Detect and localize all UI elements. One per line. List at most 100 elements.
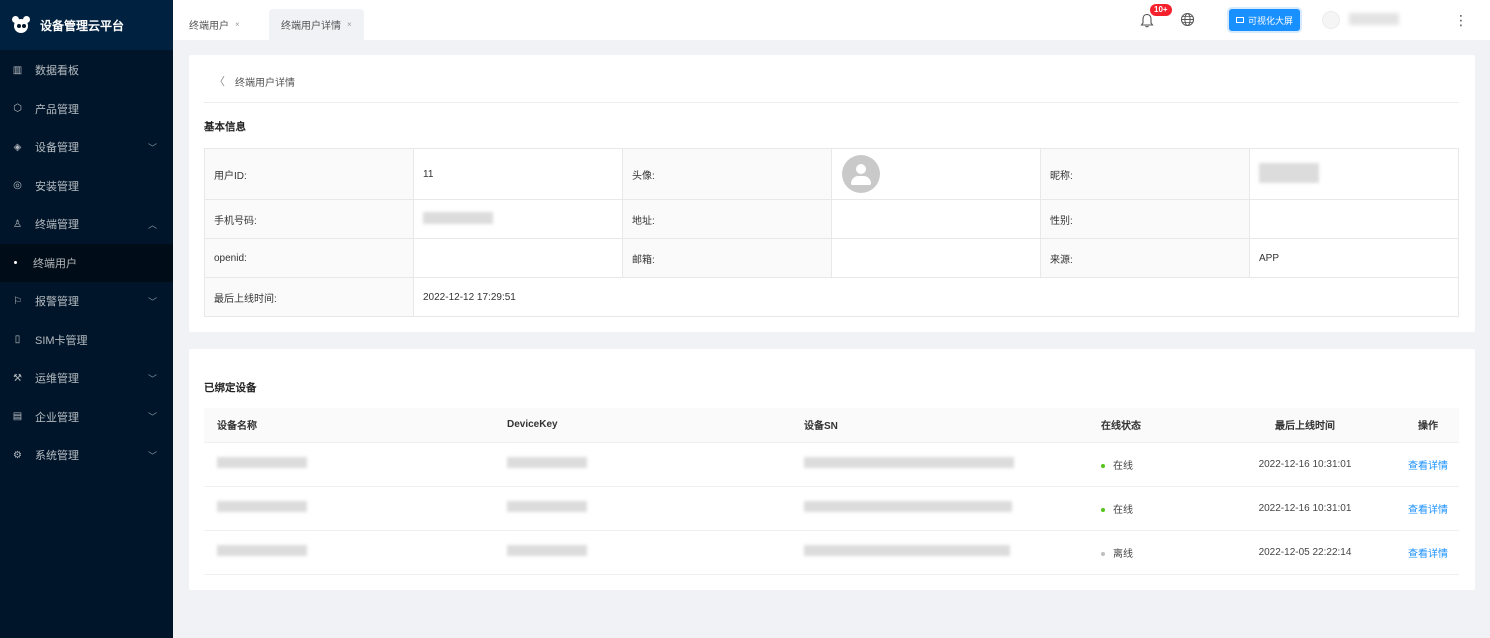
table-row: 在线 2022-12-16 10:31:01 查看详情	[204, 442, 1459, 487]
gender-value	[1249, 199, 1459, 239]
tab-close-icon[interactable]: ×	[347, 20, 352, 29]
basic-info-table: 用户ID: 11 头像: 昵称: 手机号码: 地址: 性别: openid: 邮…	[204, 148, 1459, 317]
sidebar-item[interactable]: ♙ 终端管理 ︿	[0, 205, 173, 244]
view-details-link[interactable]: 查看详情	[1408, 461, 1448, 472]
sidebar-item[interactable]: ▥ 数据看板	[0, 51, 173, 90]
table-row: 在线 2022-12-16 10:31:01 查看详情	[204, 486, 1459, 531]
layers-icon: ◈	[13, 141, 22, 153]
sim-card-icon: ▯	[14, 334, 21, 346]
status-text: 在线	[1113, 504, 1133, 516]
address-value	[831, 199, 1041, 239]
user-name-redacted[interactable]	[1349, 13, 1399, 25]
user-id-value: 11	[413, 148, 623, 200]
action-cell: 查看详情	[1397, 442, 1459, 487]
tab-terminal-users[interactable]: 终端用户 ×	[177, 9, 252, 40]
monitor-icon	[1236, 17, 1244, 23]
last-online-cell: 2022-12-16 10:31:01	[1213, 486, 1397, 531]
col-action: 操作	[1397, 408, 1459, 443]
sidebar-item-label: 报警管理	[35, 296, 79, 309]
cube-icon: ⬡	[13, 103, 22, 115]
col-device-key: DeviceKey	[494, 408, 791, 443]
device-name-redacted	[204, 530, 494, 575]
sidebar-item[interactable]: ◈ 设备管理 ﹀	[0, 128, 173, 167]
visual-screen-button[interactable]: 可视化大屏	[1229, 9, 1301, 31]
status-text: 在线	[1113, 460, 1133, 472]
sidebar-item-label: 终端用户	[33, 257, 77, 270]
info-row: 手机号码: 地址: 性别:	[204, 199, 1459, 239]
sidebar-item[interactable]: ◎ 安装管理	[0, 167, 173, 206]
tab-terminal-user-detail[interactable]: 终端用户详情 ×	[269, 9, 364, 40]
divider	[204, 102, 1459, 103]
phone-value-redacted	[413, 199, 623, 239]
status-cell: 在线	[1088, 486, 1213, 531]
sidebar-item[interactable]: 终端用户	[0, 243, 173, 282]
globe-icon[interactable]	[1180, 12, 1195, 27]
breadcrumb-title: 终端用户详情	[235, 77, 295, 89]
more-menu-icon[interactable]: ⋮	[1454, 12, 1468, 28]
source-value: APP	[1249, 238, 1459, 278]
sidebar-item-label: 终端管理	[35, 219, 79, 232]
sidebar-item-label: 设备管理	[35, 142, 79, 155]
col-device-name: 设备名称	[204, 408, 494, 443]
chevron-down-icon[interactable]: ﹀	[148, 141, 157, 154]
view-details-link[interactable]: 查看详情	[1408, 505, 1448, 516]
basic-info-card: 〈 终端用户详情 基本信息 用户ID: 11 头像: 昵称: 手机号码: 地址:…	[189, 55, 1475, 332]
device-sn-redacted	[791, 442, 1088, 487]
app-title: 设备管理云平台	[40, 18, 125, 33]
panda-logo-icon	[11, 16, 31, 34]
last-online-label: 最后上线时间:	[204, 277, 414, 317]
alarm-icon: ⚐	[13, 295, 22, 307]
openid-label: openid:	[204, 238, 414, 278]
chevron-down-icon[interactable]: ﹀	[148, 410, 157, 423]
status-dot-icon	[1101, 507, 1105, 512]
last-online-value: 2022-12-12 17:29:51	[413, 277, 1459, 317]
sidebar-item[interactable]: ▯ SIM卡管理	[0, 321, 173, 360]
sidebar-item[interactable]: ⚒ 运维管理 ﹀	[0, 359, 173, 398]
bell-icon[interactable]	[1140, 13, 1154, 28]
chevron-down-icon[interactable]: ﹀	[148, 295, 157, 308]
device-sn-redacted	[791, 486, 1088, 531]
chevron-up-icon[interactable]: ︿	[148, 218, 157, 231]
app-logo[interactable]: 设备管理云平台	[0, 0, 173, 50]
sidebar-menu: ▥ 数据看板 ⬡ 产品管理 ◈ 设备管理 ﹀ ◎ 安装管理 ♙ 终端管理 ︿ 终端用户 ⚐ 报警管理 ﹀ ▯ SI…	[0, 51, 173, 475]
device-key-redacted	[494, 442, 791, 487]
user-avatar[interactable]	[1322, 11, 1340, 29]
phone-label: 手机号码:	[204, 199, 414, 239]
back-arrow-icon[interactable]: 〈	[214, 73, 225, 89]
sidebar-item[interactable]: ⬡ 产品管理	[0, 90, 173, 129]
chevron-down-icon[interactable]: ﹀	[148, 372, 157, 385]
source-label: 来源:	[1040, 238, 1250, 278]
bar-chart-icon: ▥	[12, 64, 23, 76]
address-label: 地址:	[622, 199, 832, 239]
device-key-redacted	[494, 530, 791, 575]
top-header: 终端用户 × 终端用户详情 × 10+ 可视化大屏 ⋮	[173, 0, 1490, 40]
nickname-label: 昵称:	[1040, 148, 1250, 200]
sidebar-item[interactable]: ▤ 企业管理 ﹀	[0, 398, 173, 437]
sidebar-item[interactable]: ⚙ 系统管理 ﹀	[0, 436, 173, 475]
sidebar-item[interactable]: ⚐ 报警管理 ﹀	[0, 282, 173, 321]
status-cell: 在线	[1088, 442, 1213, 487]
default-avatar-icon	[842, 155, 880, 193]
back-link[interactable]: 〈 终端用户详情	[214, 73, 295, 89]
tab-close-icon[interactable]: ×	[235, 20, 240, 29]
col-device-sn: 设备SN	[791, 408, 1088, 443]
device-key-redacted	[494, 486, 791, 531]
info-row: openid: 邮箱: 来源: APP	[204, 238, 1459, 278]
tab-label: 终端用户详情	[281, 21, 341, 32]
last-online-cell: 2022-12-16 10:31:01	[1213, 442, 1397, 487]
building-icon: ▤	[12, 411, 23, 423]
sidebar-item-label: 运维管理	[35, 373, 79, 386]
openid-value	[413, 238, 623, 278]
notification-badge: 10+	[1150, 4, 1172, 16]
sidebar-item-label: 产品管理	[35, 103, 79, 116]
chevron-down-icon[interactable]: ﹀	[148, 449, 157, 462]
device-sn-redacted	[791, 530, 1088, 575]
user-icon: ♙	[13, 218, 22, 230]
sidebar-item-label: 安装管理	[35, 180, 79, 193]
status-dot-icon	[1101, 463, 1105, 468]
action-cell: 查看详情	[1397, 530, 1459, 575]
email-value	[831, 238, 1041, 278]
nickname-value-redacted	[1249, 148, 1459, 200]
status-cell: 离线	[1088, 530, 1213, 575]
view-details-link[interactable]: 查看详情	[1408, 549, 1448, 560]
